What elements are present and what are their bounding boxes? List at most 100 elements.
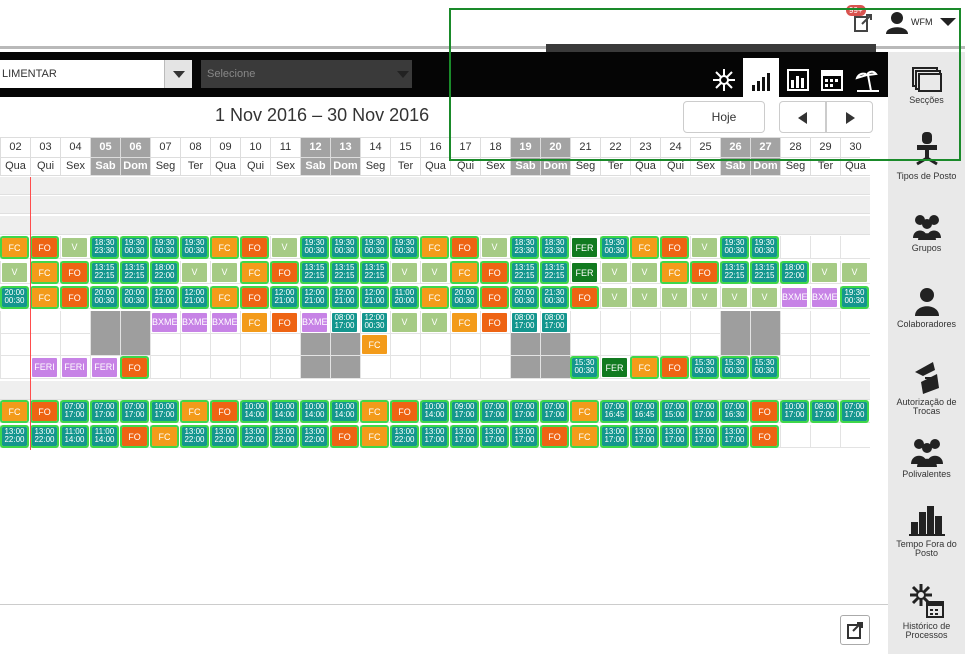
shift-chip[interactable]: 08:00 17:00 <box>542 313 567 332</box>
schedule-cell[interactable] <box>840 236 870 259</box>
schedule-cell[interactable] <box>810 311 840 334</box>
shift-chip[interactable]: FO <box>240 236 269 259</box>
shift-chip[interactable]: 20:00 00:30 <box>510 286 539 309</box>
shift-chip[interactable]: 13:15 22:15 <box>300 261 329 284</box>
shift-chip[interactable]: FO <box>660 356 689 379</box>
shift-chip[interactable]: 13:15 22:15 <box>360 261 389 284</box>
shift-chip[interactable]: 11:00 20:00 <box>390 286 419 309</box>
shift-chip[interactable]: BXME <box>152 313 177 332</box>
shift-chip[interactable]: 07:00 17:00 <box>840 400 869 423</box>
shift-chip[interactable]: 08:00 17:00 <box>810 400 839 423</box>
shift-chip[interactable]: 18:30 23:30 <box>90 236 119 259</box>
schedule-cell[interactable] <box>0 333 30 356</box>
shift-chip[interactable]: V <box>632 288 657 307</box>
shift-chip[interactable]: BXME <box>212 313 237 332</box>
schedule-cell[interactable] <box>780 333 810 356</box>
shift-chip[interactable]: 13:00 22:00 <box>0 425 29 448</box>
shift-chip[interactable]: FC <box>420 286 449 309</box>
shift-chip[interactable]: 13:00 22:00 <box>300 425 329 448</box>
schedule-cell[interactable] <box>780 236 810 259</box>
shift-chip[interactable]: V <box>422 263 447 282</box>
schedule-cell[interactable] <box>750 333 780 356</box>
shift-chip[interactable]: 18:00 22:00 <box>150 261 179 284</box>
shift-chip[interactable]: V <box>602 263 627 282</box>
shift-chip[interactable]: 20:00 00:30 <box>450 286 479 309</box>
shift-chip[interactable]: 19:30 00:30 <box>330 236 359 259</box>
shift-chip[interactable]: FC <box>150 425 179 448</box>
schedule-cell[interactable] <box>180 333 210 356</box>
shift-chip[interactable]: 10:00 14:00 <box>300 400 329 423</box>
shift-chip[interactable]: 15:30 00:30 <box>570 356 599 379</box>
shift-chip[interactable]: 19:30 00:30 <box>360 236 389 259</box>
shift-chip[interactable]: FO <box>120 425 149 448</box>
shift-chip[interactable]: 13:15 22:15 <box>120 261 149 284</box>
shift-chip[interactable]: 07:00 17:00 <box>90 400 119 423</box>
shift-chip[interactable]: 07:00 16:30 <box>720 400 749 423</box>
schedule-cell[interactable] <box>840 356 870 379</box>
shift-chip[interactable]: 13:00 17:00 <box>420 425 449 448</box>
shift-chip[interactable]: FO <box>120 356 149 379</box>
shift-chip[interactable]: 07:00 16:45 <box>630 400 659 423</box>
shift-chip[interactable]: FC <box>30 261 59 284</box>
shift-chip[interactable]: 13:00 17:00 <box>510 425 539 448</box>
shift-chip[interactable]: FER <box>602 358 627 377</box>
shift-chip[interactable]: V <box>692 288 717 307</box>
shift-chip[interactable]: 11:00 14:00 <box>60 425 89 448</box>
schedule-cell[interactable] <box>0 356 30 379</box>
shift-chip[interactable]: 13:00 17:00 <box>630 425 659 448</box>
shift-chip[interactable]: FC <box>240 261 269 284</box>
shift-chip[interactable]: FC <box>660 261 689 284</box>
schedule-cell[interactable] <box>90 311 120 334</box>
shift-chip[interactable]: FC <box>30 286 59 309</box>
shift-chip[interactable]: FER <box>572 238 597 257</box>
shift-chip[interactable]: 12:00 21:00 <box>360 286 389 309</box>
shift-chip[interactable]: 10:00 17:00 <box>780 400 809 423</box>
schedule-cell[interactable] <box>810 333 840 356</box>
schedule-cell[interactable] <box>690 333 720 356</box>
shift-chip[interactable]: 13:15 22:15 <box>540 261 569 284</box>
shift-chip[interactable]: 21:30 00:30 <box>540 286 569 309</box>
shift-chip[interactable]: 07:00 17:00 <box>60 400 89 423</box>
shift-chip[interactable]: 19:30 00:30 <box>840 286 869 309</box>
shift-chip[interactable]: FC <box>420 236 449 259</box>
schedule-cell[interactable] <box>360 356 390 379</box>
shift-chip[interactable]: 07:00 17:00 <box>510 400 539 423</box>
schedule-cell[interactable] <box>660 311 690 334</box>
schedule-cell[interactable] <box>570 333 600 356</box>
schedule-cell[interactable] <box>300 333 330 356</box>
shift-chip[interactable]: V <box>752 288 777 307</box>
shift-chip[interactable]: V <box>812 263 837 282</box>
schedule-cell[interactable] <box>690 311 720 334</box>
shift-chip[interactable]: 13:00 22:00 <box>240 425 269 448</box>
shift-chip[interactable]: FO <box>660 236 689 259</box>
shift-chip[interactable]: 13:15 22:15 <box>90 261 119 284</box>
sidebar-item-autorizacao-de-trocas[interactable]: Autorização de Trocas <box>888 358 965 416</box>
schedule-cell[interactable] <box>630 333 660 356</box>
shift-chip[interactable]: 12:00 21:00 <box>180 286 209 309</box>
shift-chip[interactable]: 13:00 17:00 <box>660 425 689 448</box>
shift-chip[interactable]: FC <box>450 261 479 284</box>
shift-chip[interactable]: V <box>62 238 87 257</box>
shift-chip[interactable]: FO <box>750 425 779 448</box>
shift-chip[interactable]: 10:00 17:00 <box>150 400 179 423</box>
sidebar-item-tipos-de-posto[interactable]: Tipos de Posto <box>888 130 965 181</box>
shift-chip[interactable]: FC <box>630 356 659 379</box>
schedule-cell[interactable] <box>660 333 690 356</box>
schedule-cell[interactable] <box>60 333 90 356</box>
schedule-cell[interactable] <box>810 236 840 259</box>
shift-chip[interactable]: FO <box>210 400 239 423</box>
shift-chip[interactable]: V <box>722 288 747 307</box>
shift-chip[interactable]: 19:30 00:30 <box>390 236 419 259</box>
shift-chip[interactable]: V <box>602 288 627 307</box>
shift-chip[interactable]: 13:00 17:00 <box>720 425 749 448</box>
shift-chip[interactable]: V <box>2 263 27 282</box>
shift-chip[interactable]: FO <box>330 425 359 448</box>
schedule-cell[interactable] <box>510 356 540 379</box>
shift-chip[interactable]: 10:00 14:00 <box>240 400 269 423</box>
sidebar-item-historico-de-processos[interactable]: Histórico de Processos <box>888 582 965 640</box>
schedule-cell[interactable] <box>150 356 180 379</box>
shift-chip[interactable]: 15:30 00:30 <box>720 356 749 379</box>
shift-chip[interactable]: FER <box>572 263 597 282</box>
shift-chip[interactable]: V <box>422 313 447 332</box>
shift-chip[interactable]: FO <box>60 286 89 309</box>
